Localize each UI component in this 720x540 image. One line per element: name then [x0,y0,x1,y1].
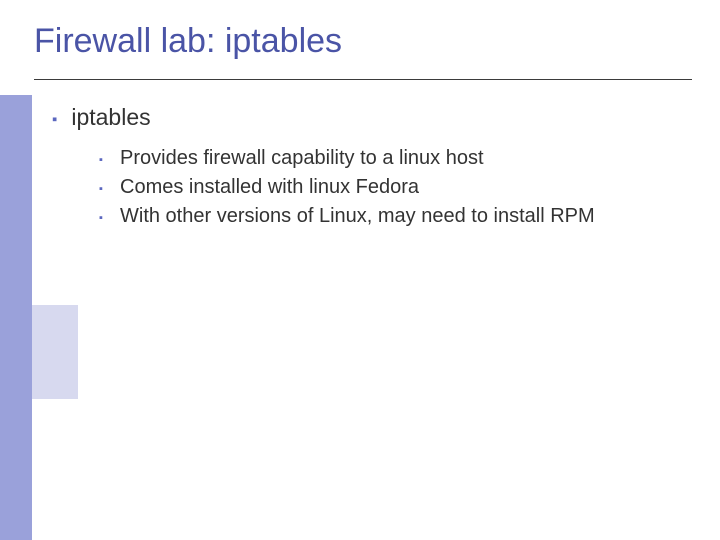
bullet-level2: ▪ Provides firewall capability to a linu… [96,146,680,173]
left-accent-bar-light [32,305,78,399]
bullet-level1-text: iptables [71,104,150,132]
slide-body: ▪ iptables ▪ Provides firewall capabilit… [52,104,680,233]
bullet-level2-text: Comes installed with linux Fedora [120,175,419,201]
bullet-level1: ▪ iptables [52,104,680,134]
bullet-level2-text: Provides firewall capability to a linux … [120,146,484,172]
square-bullet-icon: ▪ [96,175,106,202]
title-underline [34,79,692,80]
left-accent-bar-dark [0,95,32,540]
bullet-level2: ▪ Comes installed with linux Fedora [96,175,680,202]
bullet-level2-text: With other versions of Linux, may need t… [120,204,595,230]
square-bullet-icon: ▪ [96,146,106,173]
slide-title: Firewall lab: iptables [34,22,342,61]
square-bullet-icon: ▪ [96,204,106,231]
square-bullet-icon: ▪ [52,104,57,134]
sub-bullet-list: ▪ Provides firewall capability to a linu… [96,146,680,231]
slide: Firewall lab: iptables ▪ iptables ▪ Prov… [0,0,720,540]
bullet-level2: ▪ With other versions of Linux, may need… [96,204,680,231]
